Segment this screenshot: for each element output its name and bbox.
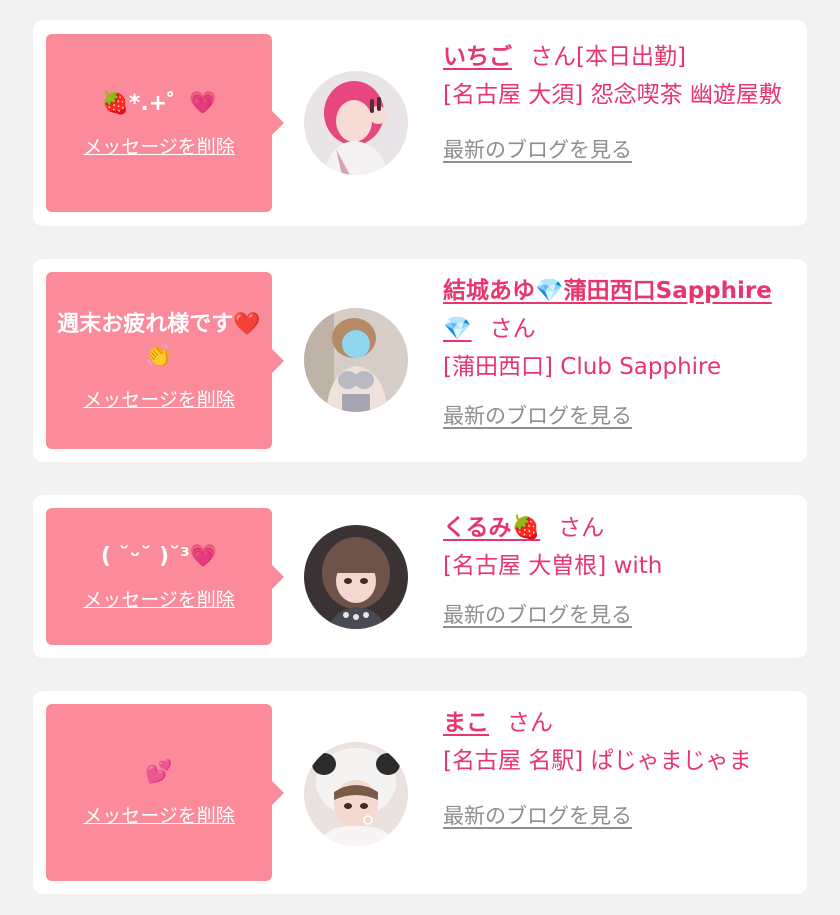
honorific: さん bbox=[489, 316, 536, 342]
status-label: [本日出勤] bbox=[576, 44, 686, 70]
profile-photo-pink-hair bbox=[304, 71, 408, 175]
latest-blog-link[interactable]: 最新のブログを見る bbox=[443, 134, 632, 164]
profile-photo-brown-hair bbox=[304, 525, 408, 629]
message-text: 🍓*.+゜💗 bbox=[101, 90, 217, 116]
profile-info: 結城あゆ💎蒲田西口Sapphire💎 さん [蒲田西口] Club Sapphir… bbox=[443, 272, 793, 430]
honorific: さん bbox=[558, 515, 605, 541]
message-bubble: 🍓*.+゜💗 メッセージを削除 bbox=[46, 34, 284, 212]
delete-message-link[interactable]: メッセージを削除 bbox=[83, 385, 235, 412]
shop-name: [名古屋 大須] 怨念喫茶 幽遊屋敷 bbox=[443, 82, 782, 108]
delete-message-link[interactable]: メッセージを削除 bbox=[83, 801, 235, 828]
honorific: さん bbox=[507, 710, 553, 736]
message-text: ( ˘ᵕ˘ )˘³💗 bbox=[100, 544, 218, 569]
profile-info: くるみ🍓 さん [名古屋 大曽根] with 最新のブログを見る bbox=[443, 509, 793, 629]
latest-blog-link[interactable]: 最新のブログを見る bbox=[443, 800, 632, 830]
delete-message-link[interactable]: メッセージを削除 bbox=[83, 585, 235, 612]
message-text: 週末お疲れ様です❤️👏 bbox=[57, 312, 261, 369]
message-bubble: 💕 メッセージを削除 bbox=[46, 704, 284, 881]
profile-info: まこ さん [名古屋 名駅] ぱじゃまじゃま 最新のブログを見る bbox=[443, 704, 793, 830]
profile-photo-panda-hood bbox=[304, 742, 408, 846]
message-text: 💕 bbox=[145, 760, 173, 785]
message-card: 💕 メッセージを削除 まこ さん [名古屋 名駅] ぱじゃまじゃま 最新のブログを… bbox=[33, 691, 807, 894]
latest-blog-link[interactable]: 最新のブログを見る bbox=[443, 599, 632, 629]
message-card: 週末お疲れ様です❤️👏 メッセージを削除 結城あゆ💎蒲田西口Sapphire💎 さ… bbox=[33, 259, 807, 462]
shop-name: [蒲田西口] Club Sapphire bbox=[443, 354, 722, 380]
profile-photo-silver-outfit bbox=[304, 308, 408, 412]
delete-message-link[interactable]: メッセージを削除 bbox=[83, 132, 235, 159]
latest-blog-link[interactable]: 最新のブログを見る bbox=[443, 400, 632, 430]
avatar[interactable] bbox=[304, 308, 408, 412]
shop-name: [名古屋 大曽根] with bbox=[443, 553, 663, 579]
profile-info: いちご さん[本日出勤] [名古屋 大須] 怨念喫茶 幽遊屋敷 最新のブログを見る bbox=[443, 38, 793, 164]
message-bubble: 週末お疲れ様です❤️👏 メッセージを削除 bbox=[46, 272, 284, 449]
message-card: ( ˘ᵕ˘ )˘³💗 メッセージを削除 くるみ🍓 さん [名古屋 大曽根] wit… bbox=[33, 495, 807, 658]
profile-name-link[interactable]: くるみ🍓 bbox=[443, 515, 540, 541]
avatar[interactable] bbox=[304, 71, 408, 175]
honorific: さん bbox=[530, 44, 576, 70]
shop-name: [名古屋 名駅] ぱじゃまじゃま bbox=[443, 748, 752, 774]
avatar[interactable] bbox=[304, 742, 408, 846]
message-card: 🍓*.+゜💗 メッセージを削除 いちご さん[本日出勤] [名古屋 大須] 怨念喫… bbox=[33, 20, 807, 226]
profile-name-link[interactable]: まこ bbox=[443, 710, 489, 736]
avatar[interactable] bbox=[304, 525, 408, 629]
profile-name-link[interactable]: いちご bbox=[443, 44, 512, 70]
message-bubble: ( ˘ᵕ˘ )˘³💗 メッセージを削除 bbox=[46, 508, 284, 645]
